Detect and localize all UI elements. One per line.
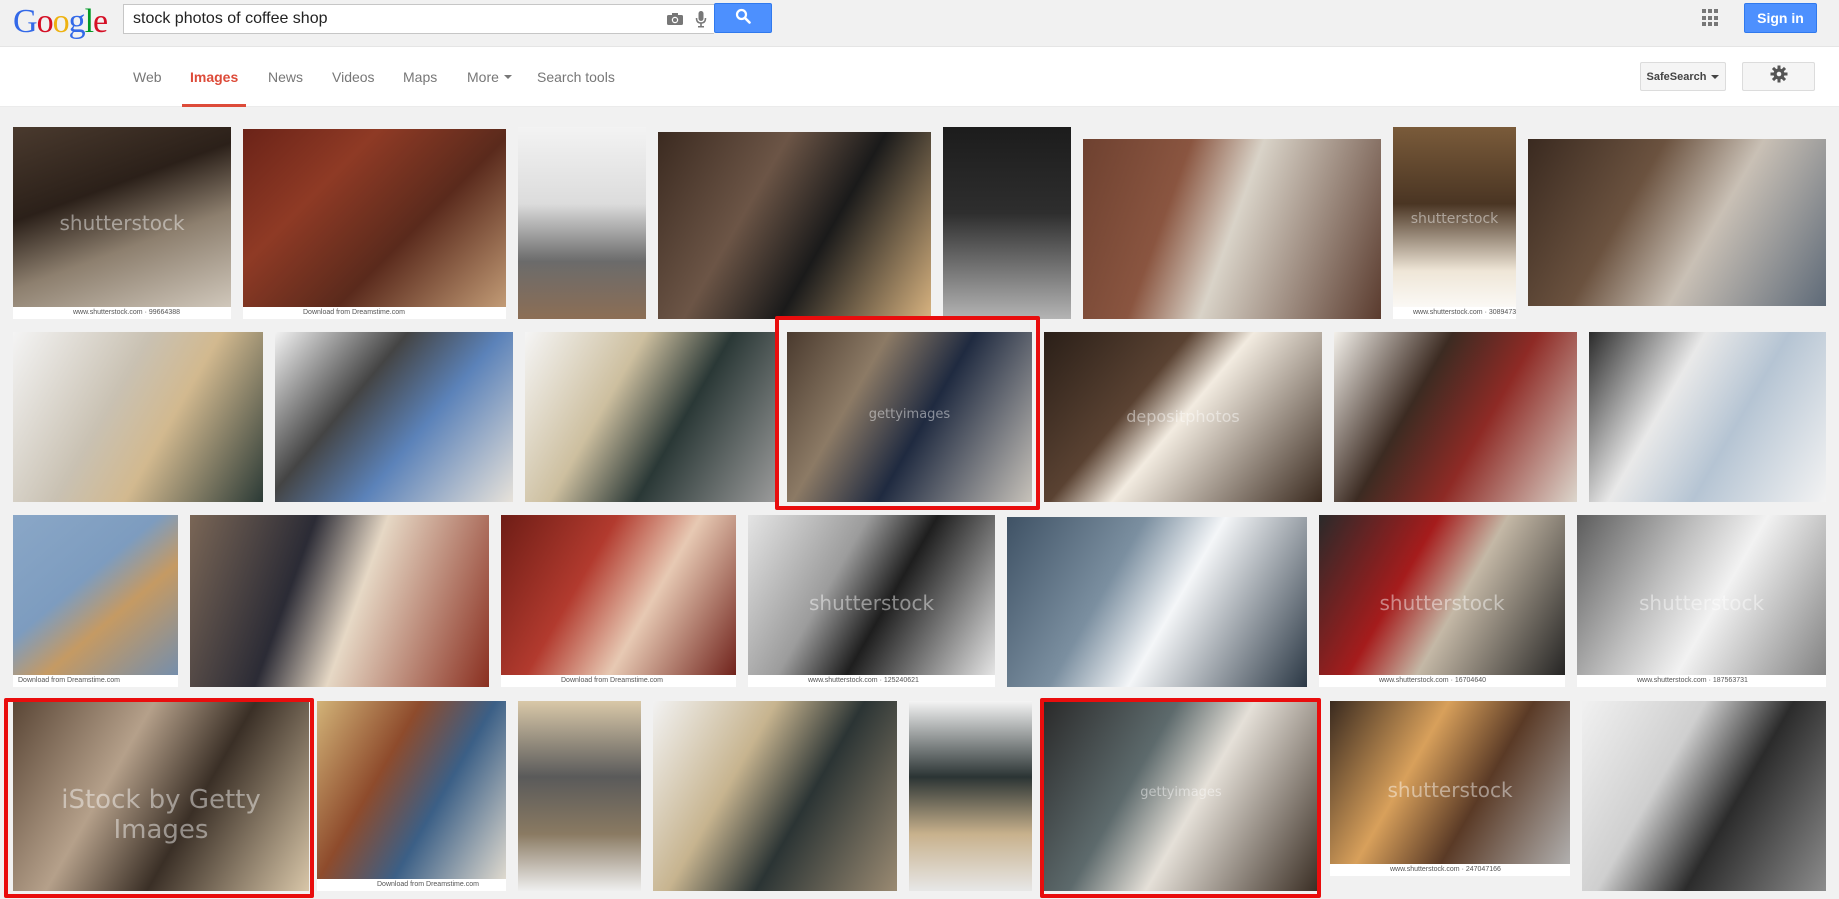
image-result[interactable]: Download from Dreamstime.com (13, 515, 178, 687)
image-result[interactable]: depositphotos (1044, 332, 1322, 502)
image-caption: www.shutterstock.com · 125240621 (748, 675, 995, 687)
image-result[interactable]: shutterstock www.shutterstock.com · 1252… (748, 515, 995, 687)
image-result[interactable] (518, 701, 641, 891)
image-caption: Download from Dreamstime.com (13, 675, 178, 687)
tab-news[interactable]: News (268, 47, 303, 107)
logo-letter: e (93, 3, 108, 40)
image-result[interactable] (190, 515, 489, 687)
image-result[interactable]: iStock by Getty Images (13, 701, 309, 891)
search-box (123, 4, 714, 34)
watermark: shutterstock (1638, 590, 1765, 615)
watermark: shutterstock (1410, 211, 1499, 228)
tab-maps[interactable]: Maps (403, 47, 437, 107)
image-result[interactable]: shutterstock www.shutterstock.com · 1670… (1319, 515, 1565, 687)
watermark: shutterstock (1379, 590, 1505, 615)
tab-web[interactable]: Web (133, 47, 162, 107)
image-caption: www.shutterstock.com · 187563731 (1577, 675, 1826, 687)
microphone-icon[interactable] (688, 6, 714, 32)
image-result[interactable] (1589, 332, 1826, 502)
image-result[interactable] (1582, 701, 1826, 891)
nav-bar: Web Images News Videos Maps More Search … (0, 47, 1839, 107)
chevron-down-icon (1711, 74, 1720, 79)
top-bar: Google Sign in (0, 0, 1839, 47)
image-result[interactable]: shutterstock www.shutterstock.com · 3089… (1393, 127, 1516, 319)
logo-letter: o (36, 3, 54, 40)
gear-icon (1770, 65, 1788, 88)
image-caption: Download from Dreamstime.com (317, 879, 506, 891)
logo-letter: l (84, 3, 95, 40)
image-result[interactable]: Download from Dreamstime.com (243, 129, 506, 319)
image-result[interactable] (943, 127, 1071, 319)
image-caption: Download from Dreamstime.com (243, 307, 506, 319)
tab-images[interactable]: Images (181, 47, 247, 107)
image-caption: www.shutterstock.com · 16704640 (1319, 675, 1565, 687)
image-result[interactable]: shutterstock www.shutterstock.com · 2470… (1330, 701, 1570, 876)
image-result[interactable] (909, 701, 1032, 891)
camera-icon[interactable] (662, 6, 688, 32)
logo-letter: o (52, 3, 70, 40)
image-result[interactable]: gettyimages (1044, 701, 1318, 891)
logo-letter: G (13, 3, 38, 40)
chevron-down-icon (503, 75, 512, 79)
image-result[interactable] (1007, 517, 1307, 687)
image-result[interactable]: Download from Dreamstime.com (317, 701, 506, 891)
image-result[interactable] (275, 332, 513, 502)
search-icon (735, 8, 751, 29)
safesearch-label: SafeSearch (1646, 70, 1707, 83)
image-result[interactable] (13, 332, 263, 502)
image-caption: www.shutterstock.com · 247047166 (1330, 864, 1570, 876)
watermark: gettyimages (1140, 784, 1222, 800)
apps-grid-icon[interactable] (1702, 9, 1720, 27)
watermark: shutterstock (1387, 778, 1513, 802)
watermark: iStock by Getty Images (61, 784, 261, 845)
watermark: shutterstock (808, 590, 935, 615)
image-caption: www.shutterstock.com · 99664388 (13, 307, 231, 319)
image-result[interactable] (1083, 139, 1381, 319)
image-result[interactable]: shutterstock www.shutterstock.com · 1875… (1577, 515, 1826, 687)
image-result[interactable] (525, 332, 775, 502)
watermark: shutterstock (59, 211, 185, 236)
google-logo[interactable]: Google (13, 2, 108, 42)
safesearch-button[interactable]: SafeSearch (1640, 62, 1726, 91)
image-result[interactable]: gettyimages (787, 332, 1032, 502)
search-input[interactable] (124, 6, 662, 32)
sign-in-button[interactable]: Sign in (1744, 3, 1817, 33)
image-result[interactable]: Download from Dreamstime.com (501, 515, 736, 687)
tab-videos[interactable]: Videos (332, 47, 375, 107)
settings-button[interactable] (1742, 62, 1815, 91)
logo-letter: g (68, 3, 86, 40)
watermark: gettyimages (868, 406, 951, 422)
image-results-grid: shutterstock www.shutterstock.com · 9966… (0, 107, 1839, 899)
search-button[interactable] (714, 3, 772, 33)
image-result[interactable] (1528, 139, 1826, 306)
image-result[interactable] (658, 132, 931, 319)
image-result[interactable] (518, 127, 646, 319)
image-result[interactable] (1334, 332, 1577, 502)
watermark: depositphotos (1126, 406, 1240, 426)
image-caption: Download from Dreamstime.com (501, 675, 736, 687)
image-result[interactable]: shutterstock www.shutterstock.com · 9966… (13, 127, 231, 319)
image-caption: www.shutterstock.com · 30894733 (1393, 307, 1516, 319)
tab-search-tools[interactable]: Search tools (537, 47, 615, 107)
tab-more-label: More (467, 69, 499, 85)
image-result[interactable] (653, 701, 897, 891)
tab-more[interactable]: More (467, 47, 512, 107)
